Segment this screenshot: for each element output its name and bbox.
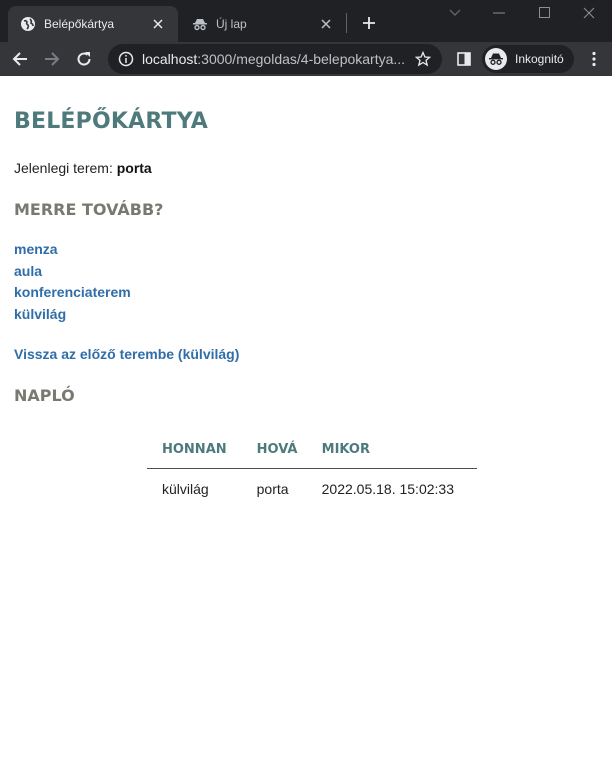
url-path: :3000/megoldas/4-belepokartya...	[197, 51, 406, 67]
minimize-icon	[493, 12, 505, 14]
maximize-icon	[539, 7, 550, 18]
current-room-line: Jelenlegi terem: porta	[14, 160, 152, 176]
next-heading: MERRE TOVÁBB?	[14, 200, 164, 219]
column-header-mikor: MIKOR	[306, 432, 477, 469]
incognito-profile-button[interactable]: Inkognitó	[482, 45, 574, 73]
bookmark-star-icon[interactable]	[414, 50, 432, 68]
cell-from: külvilág	[162, 481, 209, 498]
arrow-right-icon	[45, 52, 60, 66]
maximize-button[interactable]	[522, 0, 568, 26]
back-to-previous-room-link[interactable]: Vissza az előző terembe (külvilág)	[14, 346, 239, 362]
incognito-icon	[485, 48, 507, 70]
url-host: localhost	[142, 51, 198, 67]
list-item: aula	[14, 261, 131, 283]
forward-button[interactable]	[38, 45, 66, 73]
new-tab-button[interactable]	[358, 12, 380, 34]
room-link-list: menza aula konferenciaterem külvilág	[14, 239, 131, 325]
room-link-menza[interactable]: menza	[14, 241, 58, 257]
table-header-row: HONNAN HOVÁ MIKOR	[147, 432, 477, 469]
room-link-kulvilag[interactable]: külvilág	[14, 306, 66, 322]
menu-button[interactable]	[580, 45, 608, 73]
tab-uj-lap[interactable]: Új lap	[180, 6, 346, 42]
cell-to: porta	[256, 481, 289, 498]
side-panel-icon	[457, 52, 471, 66]
address-bar[interactable]: localhost:3000/megoldas/4-belepokartya..…	[108, 44, 442, 74]
log-heading: NAPLÓ	[14, 386, 75, 405]
cell-time: 2022.05.18. 15:02:33	[321, 481, 454, 498]
room-link-konferenciaterem[interactable]: konferenciaterem	[14, 284, 131, 300]
page-title: BELÉPŐKÁRTYA	[14, 109, 208, 134]
column-header-hova: HOVÁ	[241, 432, 307, 469]
room-link-aula[interactable]: aula	[14, 263, 42, 279]
column-header-honnan: HONNAN	[147, 432, 242, 469]
window-close-button[interactable]	[566, 0, 612, 26]
browser-toolbar: localhost:3000/megoldas/4-belepokartya..…	[0, 42, 612, 76]
list-item: konferenciaterem	[14, 282, 131, 304]
back-button[interactable]	[6, 45, 34, 73]
list-item: menza	[14, 239, 131, 261]
reload-icon	[77, 52, 91, 66]
table-row: külvilág porta 2022.05.18. 15:02:33	[147, 468, 477, 510]
globe-icon	[20, 16, 36, 32]
tab-title: Új lap	[216, 17, 247, 31]
tab-strip: Belépőkártya Új lap	[0, 0, 612, 42]
tab-search-button[interactable]	[432, 0, 478, 26]
current-room-value: porta	[116, 160, 152, 176]
more-vert-icon	[592, 51, 596, 67]
plus-icon	[363, 17, 375, 29]
incognito-icon	[192, 16, 208, 32]
close-icon[interactable]	[150, 16, 166, 32]
arrow-left-icon	[12, 52, 27, 66]
chevron-down-icon	[449, 9, 461, 16]
profile-label: Inkognitó	[515, 52, 564, 66]
tab-title: Belépőkártya	[44, 17, 115, 31]
tab-belepokartya[interactable]: Belépőkártya	[8, 6, 178, 42]
side-panel-button[interactable]	[450, 45, 478, 73]
list-item: külvilág	[14, 304, 131, 326]
minimize-button[interactable]	[476, 0, 522, 26]
close-icon[interactable]	[318, 16, 334, 32]
tab-separator	[346, 13, 347, 33]
log-table: HONNAN HOVÁ MIKOR külvilág porta 2022.05…	[147, 432, 477, 510]
page-content: BELÉPŐKÁRTYA Jelenlegi terem: porta MERR…	[0, 76, 612, 770]
url-text[interactable]: localhost:3000/megoldas/4-belepokartya..…	[142, 51, 408, 67]
reload-button[interactable]	[70, 45, 98, 73]
current-room-label: Jelenlegi terem:	[14, 160, 113, 176]
close-icon	[583, 7, 595, 19]
info-icon[interactable]	[118, 51, 134, 67]
